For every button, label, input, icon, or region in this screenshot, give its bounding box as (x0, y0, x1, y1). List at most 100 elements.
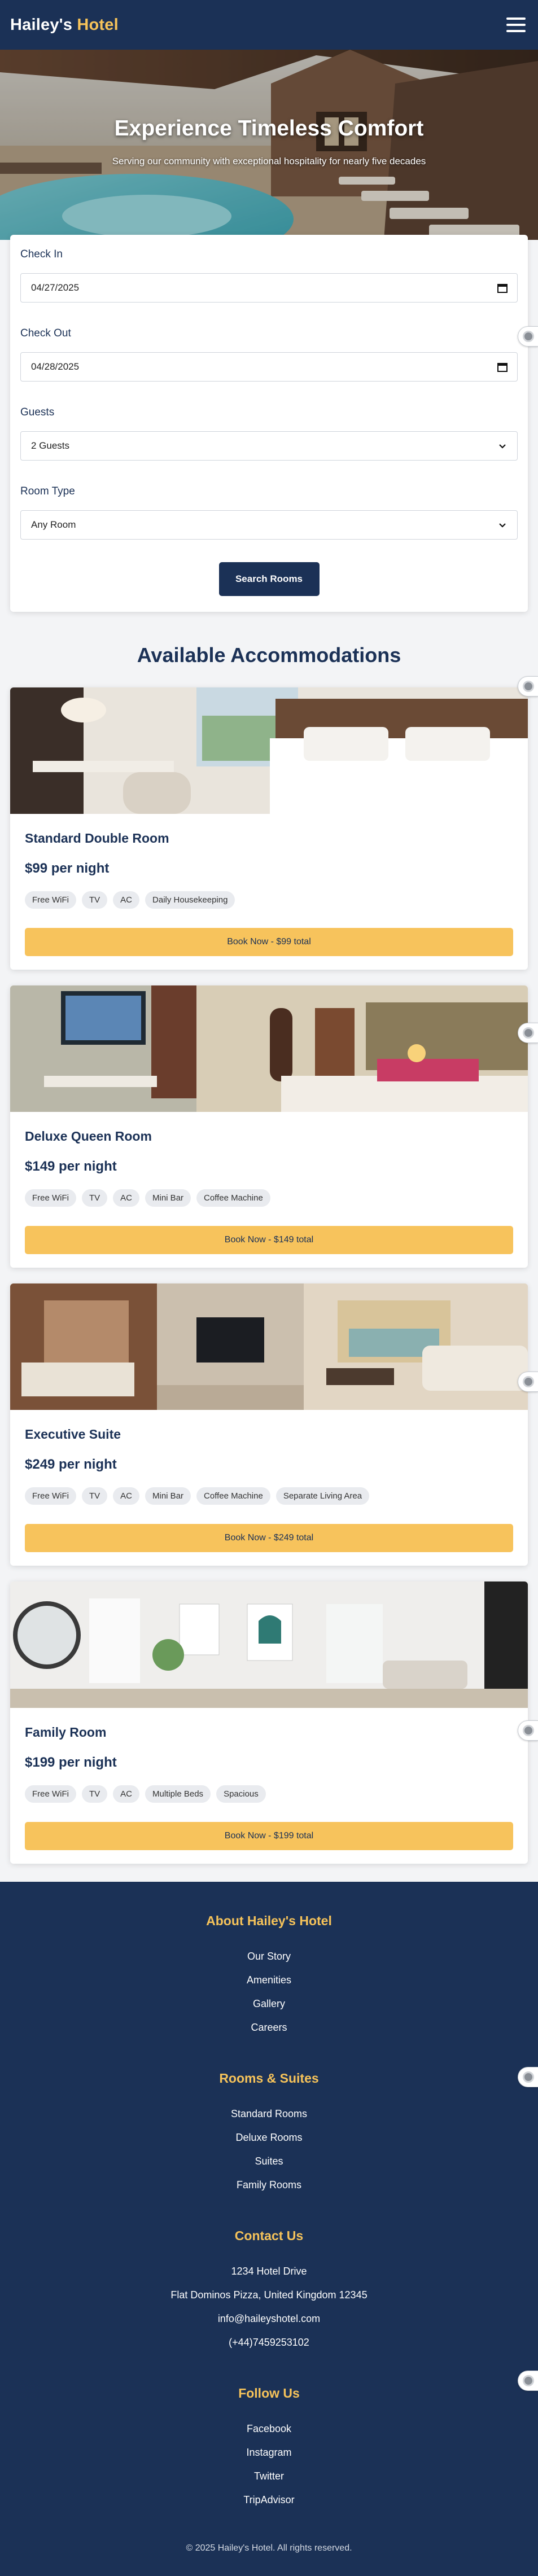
footer-about: About Hailey's Hotel Our Story Amenities… (0, 1913, 538, 2039)
floating-widget-button[interactable] (518, 1023, 538, 1043)
amenity-chip: Free WiFi (25, 1785, 76, 1803)
room-name: Family Room (25, 1725, 107, 1740)
footer-heading: Rooms & Suites (219, 2071, 319, 2086)
room-image (10, 985, 528, 1112)
amenity-chip: Mini Bar (145, 1487, 191, 1505)
site-header: Hailey's Hotel (0, 0, 538, 50)
brand-accent: Hotel (77, 15, 119, 34)
social-link-tripadvisor[interactable]: TripAdvisor (0, 2488, 538, 2512)
amenity-chip: Multiple Beds (145, 1785, 211, 1803)
contact-email[interactable]: info@haileyshotel.com (0, 2307, 538, 2330)
widget-icon (523, 2375, 534, 2386)
amenity-chip: Spacious (216, 1785, 266, 1803)
hero-title: Experience Timeless Comfort (114, 116, 424, 141)
amenity-chip: AC (113, 1785, 140, 1803)
footer-link[interactable]: Family Rooms (0, 2173, 538, 2197)
footer-link[interactable]: Our Story (0, 1944, 538, 1968)
social-link-instagram[interactable]: Instagram (0, 2441, 538, 2464)
room-price: $149 per night (25, 1159, 117, 1174)
amenity-list: Free WiFi TV AC Mini Bar Coffee Machine (25, 1189, 513, 1207)
amenity-chip: AC (113, 1189, 140, 1207)
copyright-text: © 2025 Hailey's Hotel. All rights reserv… (186, 2543, 352, 2553)
social-link-facebook[interactable]: Facebook (0, 2417, 538, 2441)
guests-value: 2 Guests (31, 440, 70, 451)
amenity-list: Free WiFi TV AC Daily Housekeeping (25, 891, 513, 909)
footer-link[interactable]: Careers (0, 2016, 538, 2039)
floating-widget-button[interactable] (518, 1720, 538, 1741)
room-name: Deluxe Queen Room (25, 1129, 152, 1144)
amenity-list: Free WiFi TV AC Mini Bar Coffee Machine … (25, 1487, 513, 1505)
footer-link[interactable]: Suites (0, 2149, 538, 2173)
amenity-chip: Free WiFi (25, 1189, 76, 1207)
contact-address: 1234 Hotel Drive (231, 2266, 307, 2277)
search-rooms-button[interactable]: Search Rooms (218, 562, 320, 596)
widget-icon (523, 1376, 534, 1387)
calendar-icon[interactable] (497, 361, 508, 373)
footer-follow: Follow Us Facebook Instagram Twitter Tri… (0, 2386, 538, 2512)
room-type-select[interactable]: Any Room (20, 510, 518, 540)
amenity-chip: TV (82, 891, 108, 909)
floating-widget-button[interactable] (518, 326, 538, 347)
room-image (10, 1283, 528, 1410)
hamburger-icon[interactable] (506, 17, 526, 32)
contact-phone[interactable]: (+44)7459253102 (0, 2330, 538, 2354)
widget-icon (523, 681, 534, 692)
footer-contact: Contact Us 1234 Hotel Drive Flat Dominos… (0, 2228, 538, 2354)
check-in-input[interactable]: 04/27/2025 (20, 273, 518, 303)
amenity-chip: AC (113, 1487, 140, 1505)
footer-heading: Follow Us (238, 2386, 300, 2400)
amenity-chip: TV (82, 1189, 108, 1207)
footer-link[interactable]: Deluxe Rooms (0, 2126, 538, 2149)
floating-widget-button[interactable] (518, 676, 538, 696)
amenity-chip: Separate Living Area (275, 1487, 370, 1505)
social-link-twitter[interactable]: Twitter (0, 2464, 538, 2488)
chevron-down-icon (499, 523, 506, 528)
footer-heading: About Hailey's Hotel (206, 1913, 332, 1928)
floating-widget-button[interactable] (518, 2067, 538, 2087)
book-now-button[interactable]: Book Now - $199 total (25, 1822, 513, 1850)
footer-heading: Contact Us (234, 2228, 304, 2243)
booking-search-form: Check In 04/27/2025 Check Out 04/28/2025… (10, 235, 528, 612)
book-now-button[interactable]: Book Now - $99 total (25, 928, 513, 956)
amenity-chip: Mini Bar (145, 1189, 191, 1207)
room-price: $99 per night (25, 861, 110, 876)
check-out-input[interactable]: 04/28/2025 (20, 352, 518, 382)
room-card: Executive Suite $249 per night Free WiFi… (10, 1283, 528, 1566)
floating-widget-button[interactable] (518, 2371, 538, 2391)
site-footer: About Hailey's Hotel Our Story Amenities… (0, 1882, 538, 2576)
amenity-chip: Coffee Machine (196, 1487, 270, 1505)
amenity-chip: Daily Housekeeping (145, 891, 235, 909)
floating-widget-button[interactable] (518, 1372, 538, 1392)
footer-link[interactable]: Gallery (0, 1992, 538, 2016)
hero-subtitle: Serving our community with exceptional h… (112, 156, 426, 167)
room-card: Deluxe Queen Room $149 per night Free Wi… (10, 985, 528, 1268)
brand-logo[interactable]: Hailey's Hotel (10, 16, 119, 34)
check-out-value: 04/28/2025 (31, 361, 80, 372)
widget-icon (523, 331, 534, 342)
guests-select[interactable]: 2 Guests (20, 431, 518, 461)
check-out-label: Check Out (20, 327, 71, 339)
room-name: Executive Suite (25, 1427, 121, 1442)
hero-banner: Experience Timeless Comfort Serving our … (0, 50, 538, 240)
room-price: $249 per night (25, 1457, 117, 1472)
room-type-label: Room Type (20, 485, 75, 497)
calendar-icon[interactable] (497, 282, 508, 293)
brand-prefix: Hailey's (10, 15, 73, 34)
room-card: Standard Double Room $99 per night Free … (10, 687, 528, 970)
contact-address-line2: Flat Dominos Pizza, United Kingdom 12345 (170, 2289, 368, 2301)
section-title: Available Accommodations (137, 643, 401, 667)
book-now-button[interactable]: Book Now - $149 total (25, 1226, 513, 1254)
amenity-chip: TV (82, 1785, 108, 1803)
widget-icon (523, 2071, 534, 2083)
amenity-chip: TV (82, 1487, 108, 1505)
room-card: Family Room $199 per night Free WiFi TV … (10, 1581, 528, 1864)
amenity-chip: Free WiFi (25, 1487, 76, 1505)
footer-link[interactable]: Amenities (0, 1968, 538, 1992)
footer-link[interactable]: Standard Rooms (0, 2102, 538, 2126)
room-price: $199 per night (25, 1755, 117, 1770)
check-in-value: 04/27/2025 (31, 282, 80, 293)
book-now-button[interactable]: Book Now - $249 total (25, 1524, 513, 1552)
guests-label: Guests (20, 406, 55, 418)
room-name: Standard Double Room (25, 831, 169, 845)
room-image (10, 687, 528, 814)
